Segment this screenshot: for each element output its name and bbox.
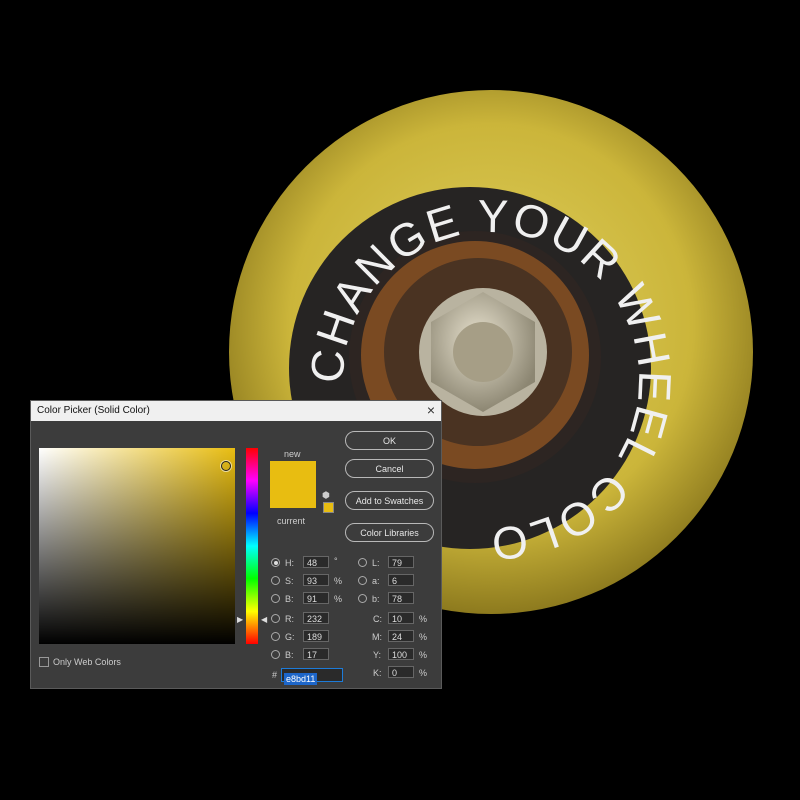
color-libraries-button[interactable]: Color Libraries: [345, 523, 434, 542]
add-to-swatches-button[interactable]: Add to Swatches: [345, 491, 434, 510]
b-channel-field[interactable]: 78: [388, 592, 414, 604]
web-safe-color-swatch[interactable]: [323, 502, 334, 513]
green-label: G:: [285, 632, 295, 642]
hex-value: e8bd11: [284, 673, 318, 685]
black-label: K:: [373, 668, 382, 678]
red-field[interactable]: 232: [303, 612, 329, 624]
green-radio[interactable]: [271, 632, 280, 641]
saturation-field[interactable]: 93: [303, 574, 329, 586]
yellow-label: Y:: [373, 650, 382, 660]
green-field[interactable]: 189: [303, 630, 329, 642]
b-channel-label: b:: [372, 594, 380, 604]
saturation-radio[interactable]: [271, 576, 280, 585]
magenta-label: M:: [372, 632, 382, 642]
hue-unit: °: [334, 556, 338, 566]
lightness-radio[interactable]: [358, 558, 367, 567]
axle-cap: [453, 322, 513, 382]
cancel-button[interactable]: Cancel: [345, 459, 434, 478]
color-field-marker[interactable]: [221, 461, 231, 471]
red-radio[interactable]: [271, 614, 280, 623]
only-web-colors-checkbox[interactable]: [39, 657, 49, 667]
hue-label: H:: [285, 558, 294, 568]
hue-slider-left-arrow-icon[interactable]: ▶: [237, 615, 243, 624]
yellow-field[interactable]: 100: [388, 648, 414, 660]
lightness-field[interactable]: 79: [388, 556, 414, 568]
blue-radio[interactable]: [271, 650, 280, 659]
brightness-unit: %: [334, 594, 343, 604]
magenta-unit: %: [419, 632, 428, 642]
blue-label: B:: [285, 650, 294, 660]
black-field[interactable]: 0: [388, 666, 414, 678]
blue-field[interactable]: 17: [303, 648, 329, 660]
lightness-label: L:: [372, 558, 380, 568]
brightness-field[interactable]: 91: [303, 592, 329, 604]
new-label: new: [284, 449, 301, 459]
hex-field[interactable]: e8bd11: [281, 668, 343, 685]
hue-slider-right-arrow-icon[interactable]: ◀: [261, 615, 267, 624]
color-field[interactable]: [39, 448, 235, 644]
only-web-colors-label: Only Web Colors: [53, 657, 121, 667]
dialog-title: Color Picker (Solid Color): [37, 405, 150, 416]
a-channel-field[interactable]: 6: [388, 574, 414, 586]
black-unit: %: [419, 668, 428, 678]
color-picker-dialog: Color Picker (Solid Color) × ▶ ◀ new cur…: [30, 400, 442, 689]
hue-slider[interactable]: [246, 448, 258, 644]
cyan-unit: %: [419, 614, 428, 624]
web-safe-cube-icon[interactable]: ⬢: [322, 490, 330, 501]
current-label: current: [277, 516, 306, 526]
hue-radio[interactable]: [271, 558, 280, 567]
b-channel-radio[interactable]: [358, 594, 367, 603]
brightness-label: B:: [285, 594, 294, 604]
a-channel-label: a:: [372, 576, 380, 586]
new-color-swatch: [270, 461, 316, 484]
dialog-titlebar: Color Picker (Solid Color) ×: [31, 401, 441, 421]
saturation-label: S:: [285, 576, 294, 586]
cyan-field[interactable]: 10: [388, 612, 414, 624]
magenta-field[interactable]: 24: [388, 630, 414, 642]
saturation-unit: %: [334, 576, 343, 586]
ok-button[interactable]: OK: [345, 431, 434, 450]
hex-label: #: [272, 670, 278, 680]
yellow-unit: %: [419, 650, 428, 660]
a-channel-radio[interactable]: [358, 576, 367, 585]
cyan-label: C:: [373, 614, 382, 624]
red-label: R:: [285, 614, 294, 624]
close-icon[interactable]: ×: [427, 402, 435, 418]
brightness-radio[interactable]: [271, 594, 280, 603]
current-color-swatch[interactable]: [270, 484, 316, 508]
hue-field[interactable]: 48: [303, 556, 329, 568]
